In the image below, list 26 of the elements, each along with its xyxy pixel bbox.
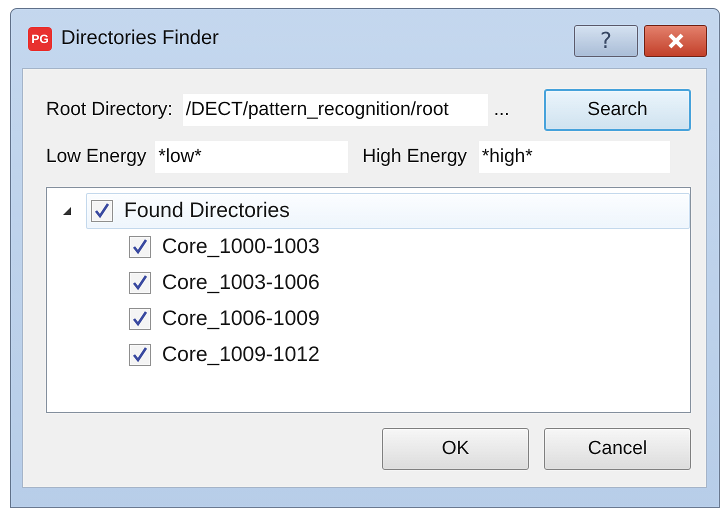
close-button[interactable] <box>644 25 707 57</box>
checkbox[interactable] <box>129 236 151 258</box>
tree-item[interactable]: Core_1000-1003 <box>124 229 324 265</box>
expanded-arrow-icon[interactable] <box>62 206 72 216</box>
checkbox[interactable] <box>129 272 151 294</box>
field-label: High Energy <box>362 146 467 168</box>
root-directory-field[interactable]: /DECT/pattern_recognition/root <box>182 94 488 126</box>
dialog-button[interactable]: OK <box>382 428 529 470</box>
help-button[interactable]: ? <box>574 25 638 57</box>
tree-item[interactable]: Core_1003-1006 <box>124 265 324 301</box>
close-icon <box>666 33 686 49</box>
search-button[interactable]: Search <box>544 89 691 131</box>
ellipsis-label: ... <box>494 99 510 121</box>
checkbox[interactable] <box>129 308 151 330</box>
app-badge: PG <box>28 26 52 50</box>
checkbox[interactable] <box>129 344 151 366</box>
field-label: Low Energy <box>46 146 146 168</box>
tree-item[interactable]: Core_1009-1012 <box>124 337 324 373</box>
tree-item[interactable]: Core_1006-1009 <box>124 301 324 337</box>
field-label: Root Directory: <box>46 99 173 121</box>
tree-item[interactable]: Found Directories <box>86 193 690 229</box>
high-energy-field[interactable]: *high* <box>478 141 670 173</box>
dialog-button[interactable]: Cancel <box>544 428 691 470</box>
low-energy-field[interactable]: *low* <box>155 141 348 173</box>
window-title: Directories Finder <box>61 27 219 50</box>
checkbox[interactable] <box>91 200 113 222</box>
